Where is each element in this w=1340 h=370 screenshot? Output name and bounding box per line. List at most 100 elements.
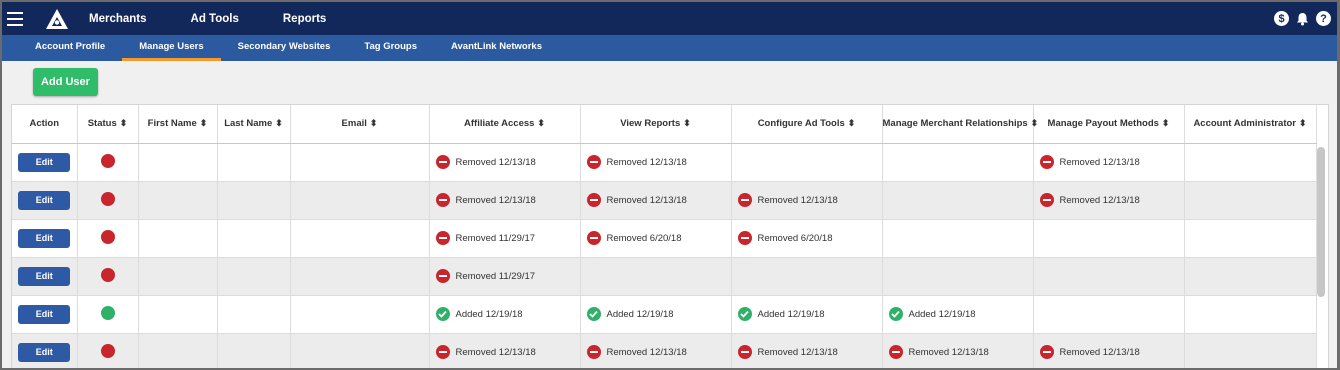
column-header-label: Status (87, 118, 117, 130)
permission-cell (1184, 295, 1317, 334)
column-header-first-name[interactable]: First Name ⬍ (138, 105, 218, 144)
permission-cell: Added 12/19/18 (882, 295, 1034, 334)
column-header-manage-payout-methods[interactable]: Manage Payout Methods ⬍ (1033, 105, 1185, 144)
column-header-configure-ad-tools[interactable]: Configure Ad Tools ⬍ (731, 105, 883, 144)
action-cell: Edit (12, 219, 78, 258)
tab-secondary-websites[interactable]: Secondary Websites (221, 35, 348, 61)
permission-entry: Removed 12/13/18 (732, 345, 882, 359)
status-indicator-icon (100, 229, 115, 244)
column-header-label: View Reports (620, 118, 681, 130)
bell-icon[interactable] (1295, 11, 1310, 26)
first-name-cell (138, 143, 218, 182)
permission-text: Removed 11/29/17 (455, 270, 536, 282)
sort-icon[interactable]: ⬍ (848, 118, 856, 128)
email-cell (290, 143, 430, 182)
permission-entry: Removed 12/13/18 (1034, 193, 1184, 207)
table-row: Edit Removed 11/29/17 Removed 6/20/18 Remov… (12, 219, 1317, 258)
dollar-icon[interactable]: $ (1274, 11, 1289, 26)
avantlink-logo-icon[interactable] (45, 7, 69, 31)
tab-manage-users[interactable]: Manage Users (122, 35, 221, 61)
permission-cell (882, 257, 1034, 296)
permission-cell: Removed 12/13/18 (580, 181, 732, 220)
edit-button[interactable]: Edit (18, 342, 71, 362)
help-icon[interactable]: ? (1316, 11, 1331, 26)
edit-button[interactable]: Edit (18, 190, 71, 210)
permission-text: Added 12/19/18 (606, 308, 674, 320)
column-header-email[interactable]: Email ⬍ (290, 105, 430, 144)
minus-circle-icon (435, 231, 450, 245)
column-header-status[interactable]: Status ⬍ (77, 105, 139, 144)
last-name-cell (217, 295, 291, 334)
tab-avantlink-networks[interactable]: AvantLink Networks (434, 35, 559, 61)
last-name-cell (217, 257, 291, 296)
last-name-cell (217, 333, 291, 368)
action-cell: Edit (12, 333, 78, 368)
status-cell (77, 143, 139, 182)
status-indicator-icon (100, 305, 115, 320)
add-user-button[interactable]: Add User (33, 68, 98, 96)
column-header-last-name[interactable]: Last Name ⬍ (217, 105, 291, 144)
nav-item-reports[interactable]: Reports (261, 13, 348, 25)
permission-entry: Removed 6/20/18 (732, 231, 882, 245)
check-circle-icon (586, 307, 601, 321)
sort-icon[interactable]: ⬍ (120, 118, 128, 128)
permission-entry: Added 12/19/18 (883, 307, 1033, 321)
email-cell (290, 181, 430, 220)
permission-cell: Added 12/19/18 (580, 295, 732, 334)
tab-account-profile[interactable]: Account Profile (18, 35, 122, 61)
sort-icon[interactable]: ⬍ (1031, 118, 1039, 128)
permission-cell (1184, 181, 1317, 220)
hamburger-menu-icon[interactable] (7, 2, 35, 35)
permission-text: Removed 12/13/18 (455, 346, 536, 358)
permission-cell: Removed 11/29/17 (429, 257, 581, 296)
edit-button[interactable]: Edit (18, 266, 71, 286)
sort-icon[interactable]: ⬍ (200, 118, 208, 128)
edit-button[interactable]: Edit (18, 304, 71, 324)
check-circle-icon (737, 307, 752, 321)
first-name-cell (138, 181, 218, 220)
permission-entry: Removed 11/29/17 (430, 231, 580, 245)
column-header-view-reports[interactable]: View Reports ⬍ (580, 105, 732, 144)
sort-icon[interactable]: ⬍ (275, 118, 283, 128)
sort-icon[interactable]: ⬍ (1162, 118, 1170, 128)
table-row: Edit Removed 12/13/18 Removed 12/13/18 Remo… (12, 143, 1317, 182)
column-header-account-administrator[interactable]: Account Administrator ⬍ (1184, 105, 1317, 144)
minus-circle-icon (737, 231, 752, 245)
permission-cell: Removed 12/13/18 (731, 181, 883, 220)
edit-button[interactable]: Edit (18, 228, 71, 248)
minus-circle-icon (586, 155, 601, 169)
tab-tag-groups[interactable]: Tag Groups (347, 35, 434, 61)
sort-icon[interactable]: ⬍ (537, 118, 545, 128)
minus-circle-icon (586, 345, 601, 359)
sort-icon[interactable]: ⬍ (1299, 118, 1307, 128)
status-cell (77, 333, 139, 368)
top-navigation-bar: Merchants Ad Tools Reports $ ? (2, 2, 1337, 35)
column-header-affiliate-access[interactable]: Affiliate Access ⬍ (429, 105, 581, 144)
permission-cell: Removed 12/13/18 (1033, 181, 1185, 220)
edit-button[interactable]: Edit (18, 152, 71, 172)
permission-entry: Removed 12/13/18 (430, 345, 580, 359)
permission-cell (1033, 257, 1185, 296)
last-name-cell (217, 219, 291, 258)
nav-item-ad-tools[interactable]: Ad Tools (169, 13, 261, 25)
vertical-scrollbar[interactable] (1317, 147, 1325, 297)
status-indicator-icon (100, 191, 115, 206)
permission-entry: Removed 12/13/18 (1034, 155, 1184, 169)
column-header-manage-merchant-relationships[interactable]: Manage Merchant Relationships ⬍ (882, 105, 1038, 144)
permission-text: Added 12/19/18 (455, 308, 523, 320)
column-header-label: Action (29, 118, 60, 130)
table-row: Edit Added 12/19/18 Added 12/19/18 Added 12… (12, 295, 1317, 334)
minus-circle-icon (435, 193, 450, 207)
nav-item-merchants[interactable]: Merchants (89, 13, 169, 25)
permission-entry: Removed 12/13/18 (581, 193, 731, 207)
permission-cell (731, 257, 883, 296)
permission-entry: Removed 12/13/18 (430, 193, 580, 207)
column-header-action: Action (12, 105, 78, 144)
permission-entry: Removed 6/20/18 (581, 231, 731, 245)
sort-icon[interactable]: ⬍ (370, 118, 378, 128)
sort-icon[interactable]: ⬍ (683, 118, 691, 128)
minus-circle-icon (1039, 193, 1054, 207)
permission-cell: Added 12/19/18 (731, 295, 883, 334)
permission-cell (1184, 333, 1317, 368)
permission-cell (731, 143, 883, 182)
